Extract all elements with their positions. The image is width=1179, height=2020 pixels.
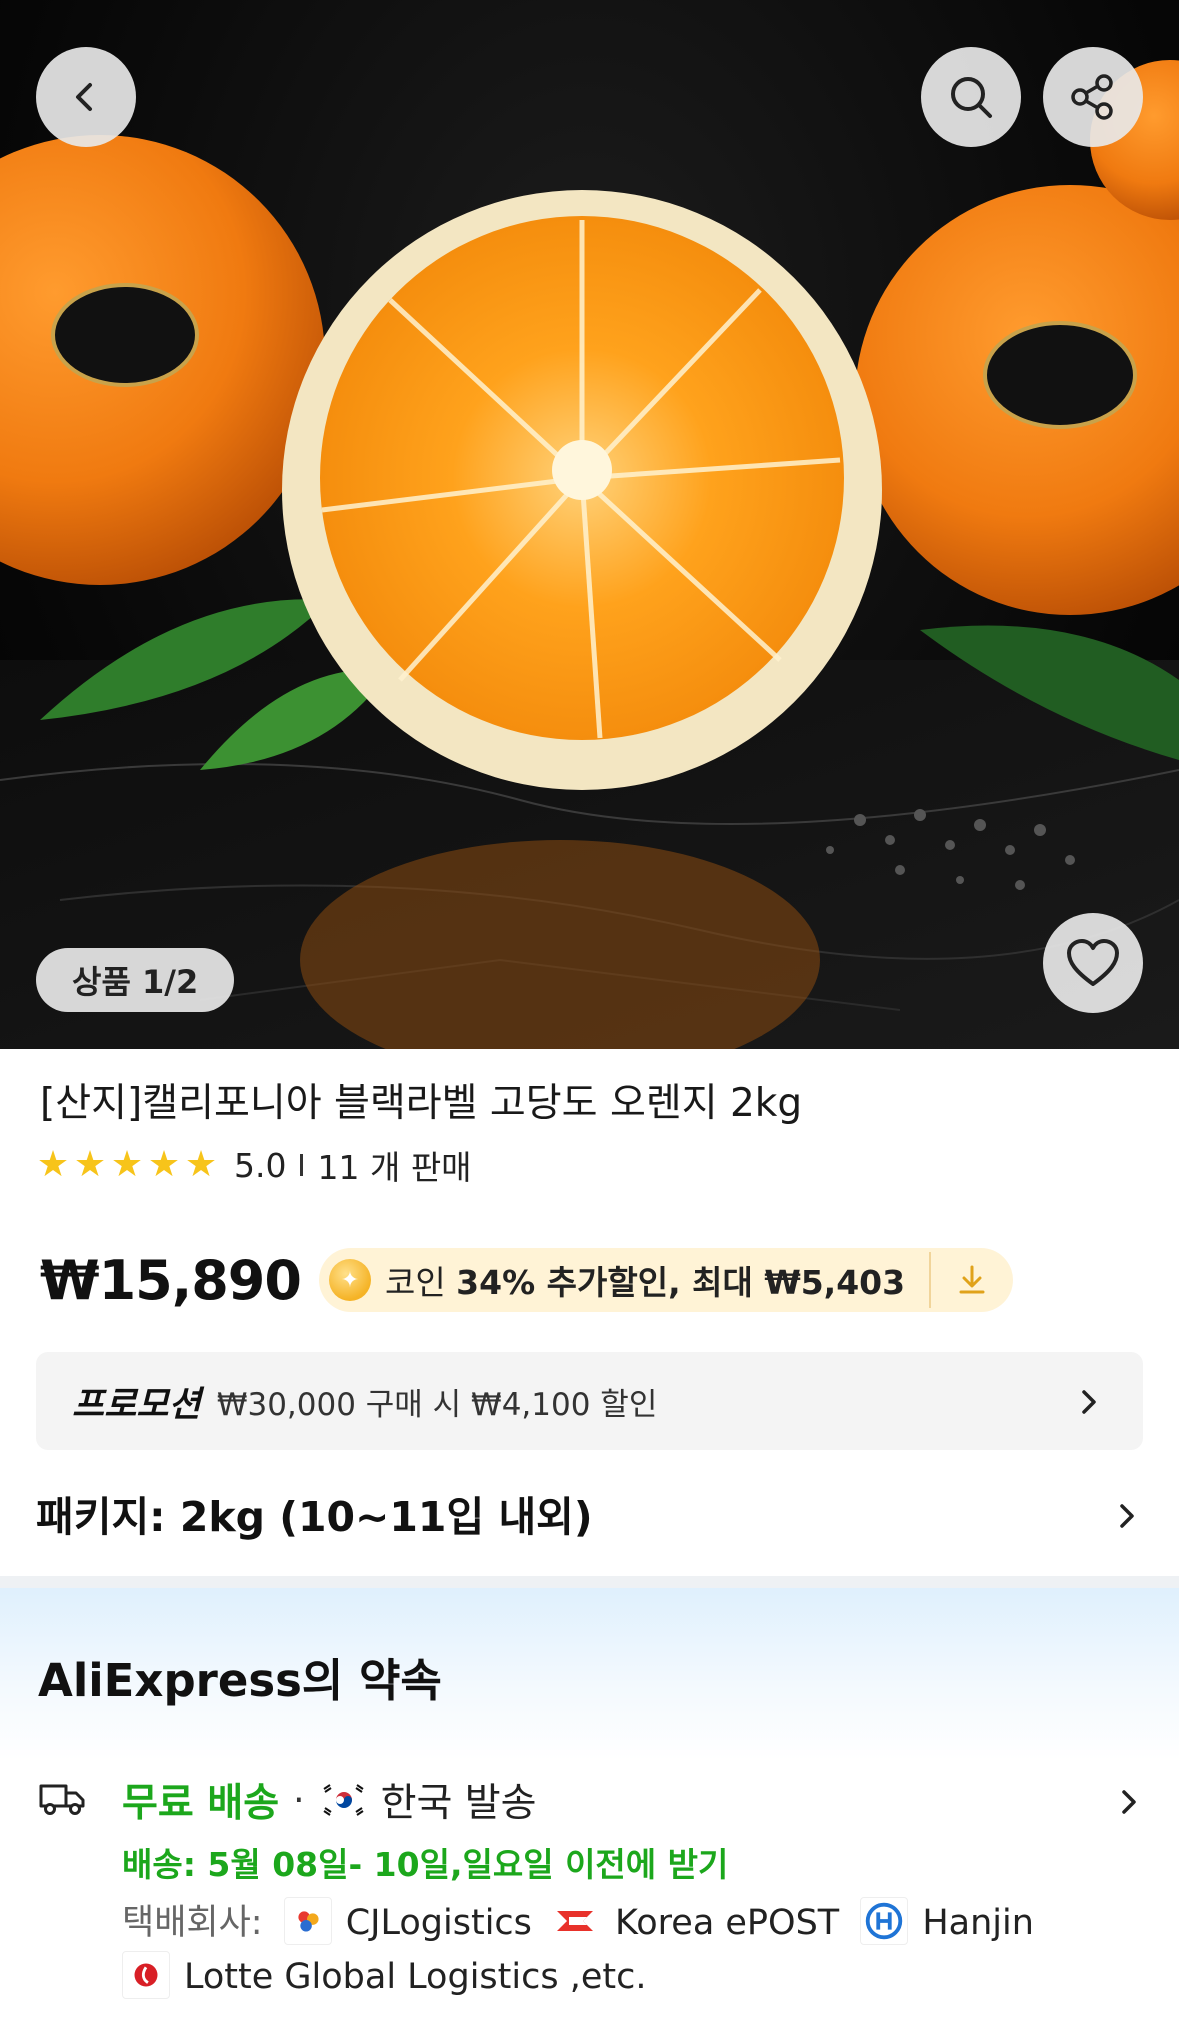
promotion-banner[interactable]: 프로모션 ₩30,000 구매 시 ₩4,100 할인 — [36, 1352, 1143, 1450]
package-text: 패키지: 2kg (10~11입 내외) — [36, 1493, 593, 1541]
courier-list: 택배회사: CJLogistics Korea ePOST Hanjin Lot… — [122, 1896, 1122, 2004]
promotion-text: ₩30,000 구매 시 ₩4,100 할인 — [216, 1386, 658, 1423]
back-icon — [76, 83, 92, 111]
coin-discount-pill[interactable]: ✦ 코인 34% 추가할인, 최대 ₩5,403 — [318, 1248, 1014, 1312]
shipping-row[interactable]: 무료 배송 · 한국 발송 — [122, 1774, 537, 1827]
star-icon: ★ — [36, 1144, 70, 1185]
star-icon: ★ — [147, 1144, 181, 1185]
courier-name: Lotte Global Logistics ,etc. — [184, 1957, 647, 1997]
coin-discount-text: 코인 34% 추가할인, 최대 ₩5,403 — [385, 1256, 905, 1304]
package-selector[interactable]: 패키지: 2kg (10~11입 내외) — [36, 1462, 1143, 1564]
couriers-label: 택배회사: — [122, 1903, 263, 1943]
price-row: ₩15,890 ✦ 코인 34% 추가할인, 최대 ₩5,403 — [40, 1248, 1014, 1312]
star-icon: ★ — [184, 1144, 218, 1185]
delivery-date: 배송: 5월 08일- 10일,일요일 이전에 받기 — [122, 1845, 729, 1884]
chevron-right-icon — [1082, 1390, 1096, 1414]
truck-icon — [39, 1784, 85, 1815]
star-icon: ★ — [110, 1144, 144, 1185]
promise-title: AliExpress의 약속 — [38, 1654, 442, 1707]
rating-row[interactable]: ★ ★ ★ ★ ★ 5.0 11 개 판매 — [36, 1143, 472, 1188]
promotion-label: 프로모션 — [72, 1384, 201, 1425]
divider — [300, 1154, 304, 1176]
korea-epost-logo-icon — [553, 1897, 602, 1945]
back-button[interactable] — [36, 47, 136, 147]
lotte-logo-icon — [122, 1951, 170, 1999]
coin-amount: 34% 추가할인, 최대 ₩5,403 — [456, 1263, 906, 1302]
download-icon[interactable] — [955, 1263, 989, 1297]
share-button[interactable] — [1043, 47, 1143, 147]
coin-label: 코인 — [384, 1263, 457, 1302]
product-image-gallery[interactable]: 상품 1/2 — [0, 0, 1179, 1049]
courier-name: Korea ePOST — [615, 1903, 840, 1943]
korea-flag-icon — [318, 1782, 369, 1818]
coin-icon: ✦ — [328, 1259, 371, 1301]
separator-dot: · — [293, 1779, 305, 1821]
rating-stars: ★ ★ ★ ★ ★ — [36, 1144, 218, 1185]
image-counter: 상품 1/2 — [36, 948, 235, 1012]
cj-logistics-logo-icon — [283, 1897, 332, 1945]
courier-name: CJLogistics — [345, 1903, 532, 1943]
chevron-right-icon[interactable] — [1119, 1788, 1139, 1816]
product-photo — [0, 60, 1179, 1049]
wishlist-button[interactable] — [1043, 913, 1143, 1013]
free-shipping-label: 무료 배송 — [122, 1781, 280, 1826]
search-icon — [951, 77, 992, 118]
search-button[interactable] — [921, 47, 1021, 147]
product-title: [산지]캘리포니아 블랙라벨 고당도 오렌지 2kg — [40, 1081, 803, 1126]
ship-from-text: 한국 발송 — [380, 1781, 537, 1826]
hanjin-logo-icon — [860, 1897, 909, 1945]
aliexpress-promise-section: AliExpress의 약속 무료 배송 · 한국 발송 배송: 5월 08일-… — [0, 1588, 1179, 2020]
chevron-right-icon — [1120, 1504, 1134, 1528]
star-icon: ★ — [73, 1144, 107, 1185]
heart-icon — [1067, 939, 1119, 986]
divider — [929, 1252, 932, 1308]
sold-count: 11 개 판매 — [317, 1148, 472, 1187]
price: ₩15,890 — [40, 1248, 302, 1312]
courier-name: Hanjin — [922, 1903, 1034, 1943]
share-icon — [1071, 74, 1113, 120]
section-divider — [0, 1576, 1179, 1588]
rating-value: 5.0 — [234, 1145, 287, 1185]
